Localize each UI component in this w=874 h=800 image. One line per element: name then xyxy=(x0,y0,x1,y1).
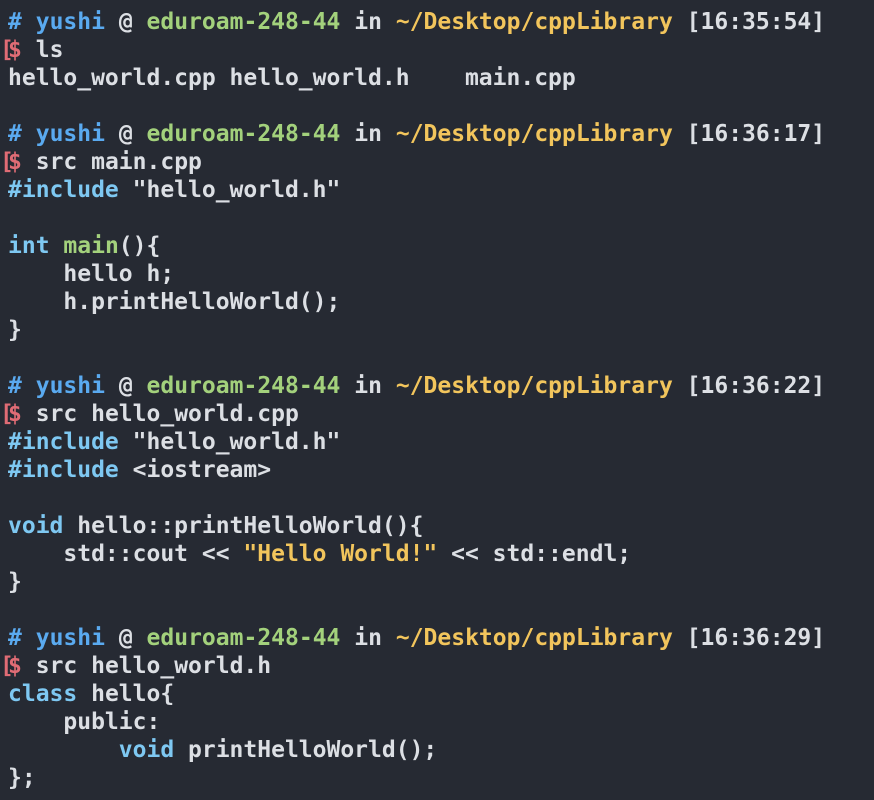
prompt-in: in xyxy=(354,9,382,35)
prompt-bracket: [ xyxy=(0,653,14,679)
command-line: [$ src hello_world.h xyxy=(0,652,272,680)
code-line: #include "hello_world.h" xyxy=(8,428,340,456)
code-line: void printHelloWorld(); xyxy=(8,736,438,764)
prompt-bracket: [ xyxy=(0,401,14,427)
code-text: printHelloWorld(); xyxy=(174,737,438,763)
prompt-at: @ xyxy=(118,121,133,147)
command-line: [$ ls xyxy=(0,36,64,64)
prompt-hash: # xyxy=(8,121,22,147)
prompt-time: [16:36:22] xyxy=(686,373,826,399)
code-line: public: xyxy=(8,709,161,735)
code-line: int main(){ xyxy=(8,232,160,260)
prompt-in: in xyxy=(354,121,382,147)
code-line: h.printHelloWorld(); xyxy=(8,289,341,315)
prompt-line: # yushi @ eduroam-248-44 in ~/Desktop/cp… xyxy=(8,8,825,36)
prompt-in: in xyxy=(354,373,382,399)
prompt-in: in xyxy=(354,625,382,651)
prompt-path: ~/Desktop/cppLibrary xyxy=(395,121,673,147)
code-line: std::cout << "Hello World!" << std::endl… xyxy=(8,540,631,568)
prompt-path: ~/Desktop/cppLibrary xyxy=(395,625,673,651)
prompt-bracket: [ xyxy=(0,149,14,175)
code-keyword: class xyxy=(8,681,78,707)
prompt-time: [16:36:17] xyxy=(686,121,826,147)
prompt-host: eduroam-248-44 xyxy=(146,121,341,147)
prompt-line: # yushi @ eduroam-248-44 in ~/Desktop/cp… xyxy=(8,372,825,400)
code-line: void hello::printHelloWorld(){ xyxy=(8,512,423,540)
output-line: hello_world.cpp hello_world.h main.cpp xyxy=(8,65,576,91)
prompt-path: ~/Desktop/cppLibrary xyxy=(395,373,673,399)
code-keyword: int xyxy=(8,233,50,259)
code-line: } xyxy=(8,317,22,343)
code-text: std::cout << xyxy=(8,541,244,567)
code-string: "Hello World!" xyxy=(243,541,438,567)
prompt-hash: # xyxy=(8,625,22,651)
command-text: src hello_world.cpp xyxy=(35,401,299,427)
code-keyword: void xyxy=(118,737,175,763)
code-line: hello h; xyxy=(8,261,175,287)
prompt-user: yushi xyxy=(35,625,105,651)
code-line: #include "hello_world.h" xyxy=(8,176,340,204)
command-text: ls xyxy=(35,37,64,63)
prompt-hash: # xyxy=(8,373,22,399)
code-text: (){ xyxy=(118,233,161,259)
code-text: << std::endl; xyxy=(437,541,632,567)
code-preprocessor: #include xyxy=(8,429,119,455)
code-preprocessor: #include xyxy=(8,457,119,483)
code-include-path: "hello_world.h" xyxy=(118,177,341,203)
prompt-bracket: [ xyxy=(0,37,14,63)
code-line: } xyxy=(8,569,22,595)
command-line: [$ src main.cpp xyxy=(0,148,202,176)
prompt-time: [16:36:29] xyxy=(686,625,826,651)
prompt-at: @ xyxy=(118,373,133,399)
prompt-at: @ xyxy=(118,9,133,35)
code-line: }; xyxy=(8,765,36,791)
prompt-time: [16:35:54] xyxy=(686,9,826,35)
code-text: hello{ xyxy=(77,681,175,707)
prompt-host: eduroam-248-44 xyxy=(146,625,341,651)
command-text: src main.cpp xyxy=(35,149,202,175)
prompt-at: @ xyxy=(118,625,133,651)
code-preprocessor: #include xyxy=(8,177,119,203)
terminal-window[interactable]: # yushi @ eduroam-248-44 in ~/Desktop/cp… xyxy=(0,0,874,800)
code-text: hello::printHelloWorld(){ xyxy=(63,513,424,539)
code-include-path: "hello_world.h" xyxy=(118,429,341,455)
prompt-path: ~/Desktop/cppLibrary xyxy=(395,9,673,35)
prompt-line: # yushi @ eduroam-248-44 in ~/Desktop/cp… xyxy=(8,624,825,652)
prompt-host: eduroam-248-44 xyxy=(146,373,341,399)
prompt-user: yushi xyxy=(35,9,105,35)
command-text: src hello_world.h xyxy=(35,653,272,679)
code-keyword: void xyxy=(8,513,64,539)
code-line: #include <iostream> xyxy=(8,456,271,484)
prompt-line: # yushi @ eduroam-248-44 in ~/Desktop/cp… xyxy=(8,120,825,148)
prompt-hash: # xyxy=(8,9,22,35)
command-line: [$ src hello_world.cpp xyxy=(0,400,299,428)
prompt-user: yushi xyxy=(35,121,105,147)
prompt-host: eduroam-248-44 xyxy=(146,9,341,35)
code-include-path: <iostream> xyxy=(118,457,272,483)
code-function-name: main xyxy=(63,233,119,259)
prompt-user: yushi xyxy=(35,373,105,399)
code-line: class hello{ xyxy=(8,680,174,708)
